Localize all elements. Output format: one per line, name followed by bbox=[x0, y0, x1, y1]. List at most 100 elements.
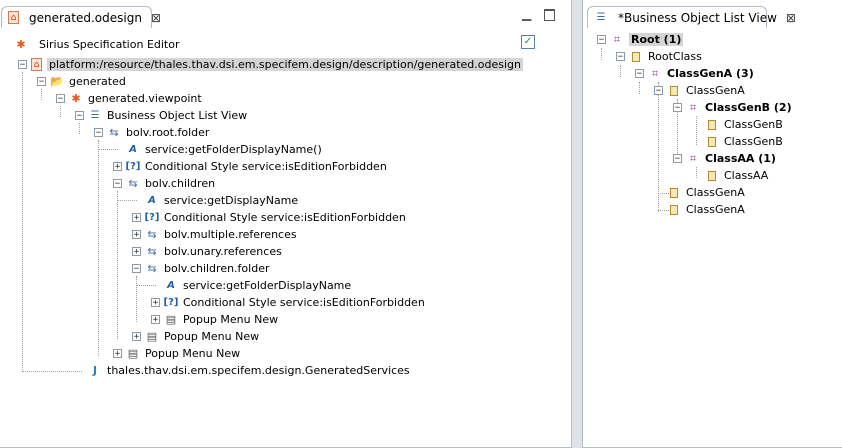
maximize-button[interactable] bbox=[544, 9, 555, 21]
expand-toggle[interactable]: + bbox=[132, 230, 141, 240]
tree-item[interactable]: + [?] Conditional Style service:isEditio… bbox=[132, 209, 406, 226]
navigation-icon: ⇆ bbox=[128, 177, 138, 190]
expand-toggle[interactable]: + bbox=[132, 247, 141, 257]
viewpoint-icon: ✱ bbox=[71, 92, 81, 105]
collapse-toggle[interactable]: − bbox=[113, 179, 122, 189]
popup-menu-icon: ▤ bbox=[146, 330, 158, 343]
label-expression-icon: A bbox=[148, 195, 156, 206]
tree-item[interactable]: A service:getFolderDisplayName bbox=[151, 277, 351, 294]
expand-toggle[interactable]: + bbox=[113, 162, 122, 172]
label-expression-icon: A bbox=[129, 144, 137, 155]
tree-item[interactable]: + ▤ Popup Menu New bbox=[113, 345, 240, 362]
tree-item[interactable]: + ⇆ bolv.unary.references bbox=[132, 243, 282, 260]
tree-item-label: service:getFolderDisplayName() bbox=[145, 143, 322, 156]
collapse-toggle[interactable]: − bbox=[132, 264, 141, 274]
tree-item-label: ClassGenB bbox=[724, 118, 783, 131]
collapse-toggle[interactable]: − bbox=[597, 35, 606, 45]
tree-item[interactable]: J thales.thav.dsi.em.specifem.design.Gen… bbox=[75, 362, 410, 379]
tree-item-label: Popup Menu New bbox=[164, 330, 260, 343]
tree-item-label: ClassGenA bbox=[686, 84, 745, 97]
tree-item[interactable]: ClassGenA bbox=[654, 184, 745, 201]
tree-item-label: thales.thav.dsi.em.specifem.design.Gener… bbox=[107, 364, 410, 377]
popup-menu-icon: ▤ bbox=[165, 313, 177, 326]
expand-toggle[interactable]: + bbox=[132, 332, 141, 342]
tree-item-label: Conditional Style service:isEditionForbi… bbox=[145, 160, 387, 173]
collapse-toggle[interactable]: − bbox=[75, 111, 84, 121]
collapse-toggle[interactable]: − bbox=[56, 94, 65, 104]
tree-item[interactable]: − 📂 generated bbox=[37, 73, 126, 90]
tree-item[interactable]: ClassGenB bbox=[692, 116, 783, 133]
tree-item-label: platform:/resource/thales.thav.dsi.em.sp… bbox=[47, 58, 523, 71]
tree-item-label: ClassAA (1) bbox=[705, 152, 776, 165]
collapse-toggle[interactable]: − bbox=[616, 52, 625, 62]
tree-item[interactable]: + [?] Conditional Style service:isEditio… bbox=[113, 158, 387, 175]
tree-item-label: Popup Menu New bbox=[145, 347, 241, 360]
tree-item[interactable]: ClassGenB bbox=[692, 133, 783, 150]
class-icon bbox=[705, 135, 719, 149]
navigation-icon: ⇆ bbox=[147, 228, 157, 241]
tree-connector bbox=[79, 123, 80, 134]
expand-toggle[interactable]: + bbox=[151, 298, 160, 308]
conditional-style-icon: [?] bbox=[125, 161, 141, 172]
collapse-toggle[interactable]: − bbox=[94, 128, 103, 138]
collapse-toggle[interactable]: − bbox=[37, 77, 46, 87]
tree-item[interactable]: − ClassGenA bbox=[654, 82, 745, 99]
tree-item[interactable]: − ⌗ ClassGenB (2) bbox=[673, 99, 792, 116]
editor-header: ✱ Sirius Specification Editor bbox=[14, 37, 180, 51]
validate-icon[interactable]: ✓ bbox=[521, 35, 535, 49]
tab-title: generated.odesign bbox=[29, 10, 142, 25]
class-icon bbox=[629, 50, 643, 64]
label-expression-icon: A bbox=[167, 280, 175, 291]
collapse-toggle[interactable]: − bbox=[673, 103, 682, 113]
tree-item[interactable]: − ⌗ ClassGenA (3) bbox=[635, 65, 754, 82]
tab-generated-odesign[interactable]: ⌂ generated.odesign ⊠ bbox=[1, 6, 161, 28]
tree-item[interactable]: + [?] Conditional Style service:isEditio… bbox=[151, 294, 425, 311]
tree-connector bbox=[41, 89, 42, 100]
tree-item-label: Business Object List View bbox=[107, 109, 248, 122]
collapse-toggle[interactable]: − bbox=[635, 69, 644, 79]
tree-item[interactable]: − ⌗ ClassAA (1) bbox=[673, 150, 776, 167]
tab-business-object-list-view[interactable]: ☰ *Business Object List View ⊠ bbox=[587, 6, 796, 28]
folder-icon: 📂 bbox=[50, 75, 64, 88]
tree-connector bbox=[98, 140, 99, 356]
collapse-toggle[interactable]: − bbox=[673, 154, 682, 164]
expand-toggle[interactable]: + bbox=[132, 213, 141, 223]
sirius-icon: ✱ bbox=[16, 37, 26, 51]
tree-item[interactable]: − ⇆ bolv.children.folder bbox=[132, 260, 269, 277]
tree-item-label: generated.viewpoint bbox=[88, 92, 202, 105]
tree-item[interactable]: − ✱ generated.viewpoint bbox=[56, 90, 202, 107]
tree-item[interactable]: + ▤ Popup Menu New bbox=[132, 328, 259, 345]
tree-item-label: Conditional Style service:isEditionForbi… bbox=[164, 211, 406, 224]
tree-item[interactable]: − ⇆ bolv.children bbox=[113, 175, 215, 192]
tree-item[interactable]: A service:getFolderDisplayName() bbox=[113, 141, 322, 158]
tree-item[interactable]: ClassAA bbox=[692, 167, 768, 184]
navigation-icon: ⇆ bbox=[109, 126, 119, 139]
tree-item-label: bolv.unary.references bbox=[164, 245, 282, 258]
tree-item[interactable]: − ⌗ Root (1) bbox=[597, 31, 684, 48]
close-icon[interactable]: ⊠ bbox=[151, 11, 161, 25]
class-icon bbox=[667, 84, 681, 98]
tree-connector bbox=[601, 48, 602, 60]
close-icon[interactable]: ⊠ bbox=[786, 11, 796, 25]
tree-item-label: ClassGenA bbox=[686, 203, 745, 216]
collapse-toggle[interactable]: − bbox=[18, 60, 27, 70]
tree-item[interactable]: + ⇆ bolv.multiple.references bbox=[132, 226, 297, 243]
navigation-icon: ⇆ bbox=[147, 262, 157, 275]
collapse-toggle[interactable]: − bbox=[654, 86, 663, 96]
tree-item[interactable]: ClassGenA bbox=[654, 201, 745, 218]
tree-item-label: ClassGenA bbox=[686, 186, 745, 199]
conditional-style-icon: [?] bbox=[163, 297, 179, 308]
tree-item-label: bolv.root.folder bbox=[126, 126, 210, 139]
expand-toggle[interactable]: + bbox=[113, 349, 122, 359]
tree-item-label: service:getDisplayName bbox=[164, 194, 299, 207]
tree-item[interactable]: − ⌂ platform:/resource/thales.thav.dsi.e… bbox=[18, 56, 523, 73]
expand-toggle[interactable]: + bbox=[151, 315, 160, 325]
tree-item[interactable]: − ⇆ bolv.root.folder bbox=[94, 124, 209, 141]
minimize-button[interactable]: ▁ bbox=[522, 7, 531, 21]
tree-item[interactable]: − RootClass bbox=[616, 48, 702, 65]
tree-item[interactable]: + ▤ Popup Menu New bbox=[151, 311, 278, 328]
editor-title: Sirius Specification Editor bbox=[39, 37, 180, 51]
tree-item[interactable]: A service:getDisplayName bbox=[132, 192, 298, 209]
tree-item[interactable]: − ☰ Business Object List View bbox=[75, 107, 247, 124]
list-view-icon: ☰ bbox=[90, 110, 100, 121]
